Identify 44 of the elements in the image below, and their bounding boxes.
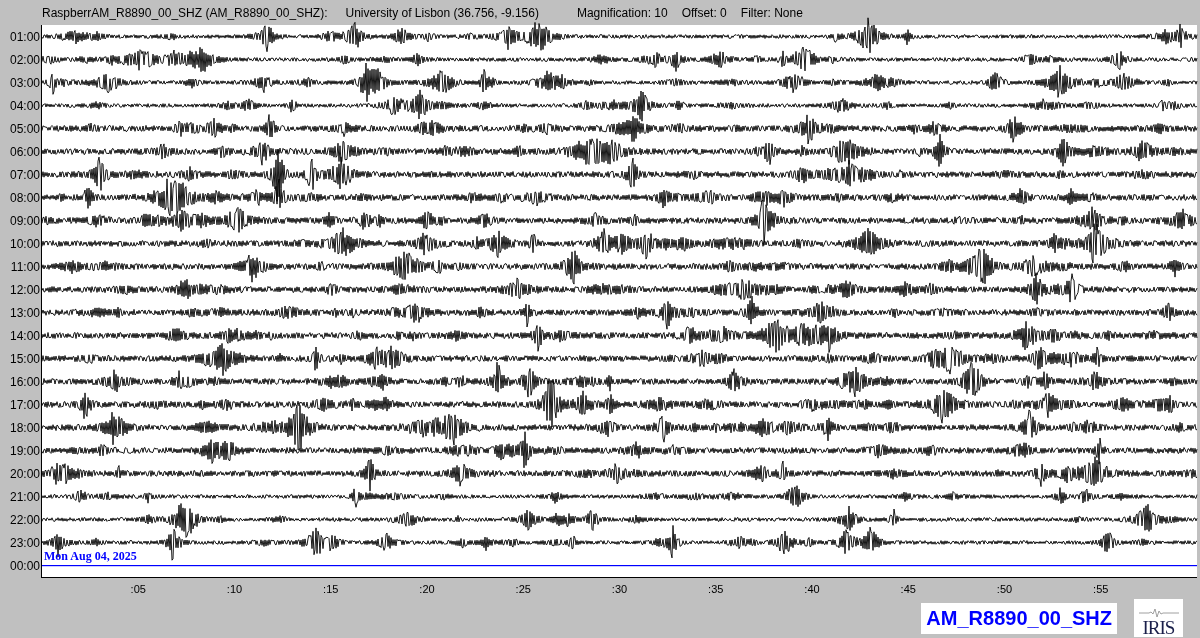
hour-label: 10:00 — [9, 236, 41, 251]
hour-label: 07:00 — [9, 167, 41, 182]
minute-tick-label: :55 — [1093, 583, 1109, 595]
minute-tick-label: :05 — [130, 583, 146, 595]
hour-label: 22:00 — [9, 513, 41, 528]
station-location: University of Lisbon (36.756, -9.156) — [345, 5, 539, 20]
minute-tick-label: :30 — [611, 583, 628, 595]
hour-label: 09:00 — [9, 213, 41, 228]
minute-tick-label: :20 — [419, 583, 435, 595]
hour-label: 23:00 — [9, 536, 41, 551]
logo-text: IRIS — [1142, 618, 1175, 637]
minute-tick-label: :35 — [708, 583, 724, 595]
offset-text: Offset: 0 — [681, 5, 727, 20]
hour-label: 14:00 — [9, 329, 41, 344]
station-label: AM_R8890_00_SHZ — [921, 602, 1117, 634]
minute-tick-label: :45 — [900, 583, 916, 595]
hour-label: 19:00 — [9, 444, 41, 459]
filter-text: Filter: None — [740, 5, 803, 20]
hour-label: 21:00 — [9, 490, 41, 505]
magnification-text: Magnification: 10 — [576, 5, 668, 20]
hour-label: 15:00 — [9, 352, 41, 367]
hour-label: 04:00 — [9, 98, 41, 113]
minute-tick-label: :50 — [996, 583, 1013, 595]
minute-tick-label: :25 — [515, 583, 531, 595]
hour-label: 18:00 — [9, 421, 41, 436]
hour-label: 08:00 — [9, 190, 41, 205]
hour-label: 05:00 — [9, 121, 41, 136]
hour-label: 12:00 — [9, 282, 41, 297]
hour-label: 17:00 — [9, 398, 41, 413]
hour-label: 13:00 — [9, 306, 41, 320]
hour-label: 16:00 — [9, 375, 41, 390]
hour-label: 11:00 — [10, 259, 41, 274]
hour-label: 01:00 — [9, 29, 41, 44]
hour-label: 02:00 — [9, 52, 41, 67]
hour-label: 06:00 — [9, 144, 41, 159]
hour-label: 03:00 — [9, 75, 41, 90]
date-label: Mon Aug 04, 2025 — [44, 550, 137, 563]
waveform-icon — [1138, 608, 1179, 618]
minute-tick-label: :15 — [323, 583, 339, 595]
hour-label: 00:00 — [9, 559, 41, 574]
minute-tick-label: :10 — [226, 583, 243, 595]
hour-label: 20:00 — [9, 467, 41, 482]
minute-tick-label: :40 — [804, 583, 820, 595]
channel-title: RaspberrAM_R8890_00_SHZ (AM_R8890_00_SHZ): — [42, 5, 328, 20]
